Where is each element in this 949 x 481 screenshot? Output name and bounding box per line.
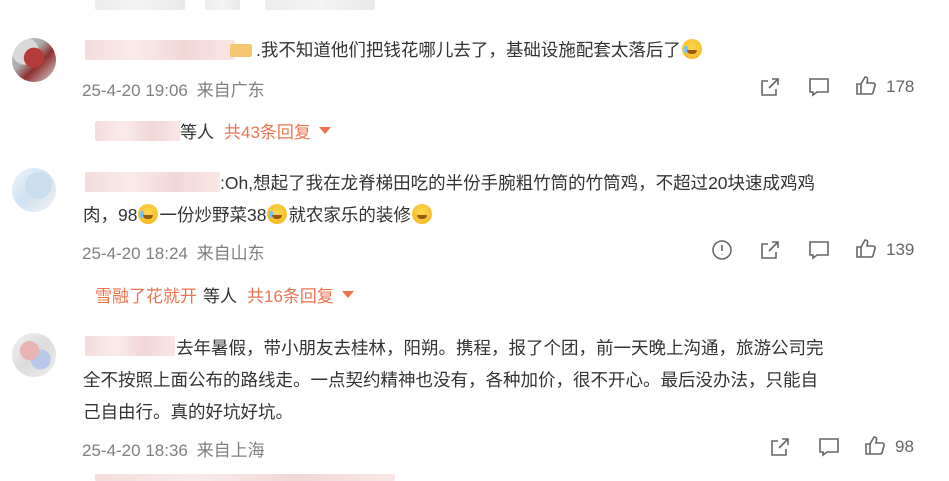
username-blurred-tail — [230, 44, 252, 57]
reply-count-link[interactable]: 共16条回复 — [247, 282, 334, 307]
timestamp: 25-4-20 19:06 — [82, 81, 188, 100]
comment-meta: 25-4-20 18:24 来自山东 — [82, 239, 265, 264]
share-icon[interactable] — [757, 74, 783, 100]
comment-icon[interactable] — [806, 237, 832, 263]
reply-user-blurred[interactable] — [95, 120, 180, 141]
comment-text-line-1: 去年暑假，带小朋友去桂林，阳朔。携程，报了个团，前一天晚上沟通，旅游公司完 — [176, 338, 824, 358]
avatar[interactable] — [12, 333, 56, 377]
laugh-emoji-icon — [411, 204, 432, 224]
username-blurred[interactable] — [85, 40, 235, 60]
report-icon[interactable] — [709, 237, 735, 263]
thumbs-up-icon[interactable] — [862, 433, 888, 459]
comment-text-line-2: 全不按照上面公布的路线走。一点契约精神也没有，各种加价，很不开心。最后没办法，只… — [83, 370, 818, 390]
cry-laugh-emoji-icon — [138, 204, 159, 224]
cry-laugh-emoji-icon — [681, 39, 702, 59]
reply-summary-cutoff — [95, 474, 395, 481]
share-icon[interactable] — [757, 237, 783, 263]
thumbs-up-icon[interactable] — [853, 73, 879, 99]
triangle-down-icon[interactable] — [318, 127, 331, 134]
reply-user-link[interactable]: 雪融了花就开 — [95, 282, 197, 307]
location: 来自山东 — [196, 244, 265, 263]
blurred-top-text — [95, 0, 185, 10]
comment-meta: 25-4-20 19:06 来自广东 — [82, 76, 265, 101]
like-count: 98 — [895, 437, 914, 456]
like-count: 139 — [886, 240, 915, 259]
timestamp: 25-4-20 18:24 — [82, 244, 188, 263]
avatar[interactable] — [12, 168, 56, 212]
blurred-top-text — [205, 0, 240, 10]
cry-laugh-emoji-icon — [267, 204, 288, 224]
thumbs-up-icon[interactable] — [853, 236, 879, 262]
comment-text: .我不知道他们把钱花哪儿去了，基础设施配套太落后了 — [256, 37, 703, 63]
location: 来自广东 — [196, 81, 265, 100]
avatar[interactable] — [12, 38, 56, 82]
triangle-down-icon[interactable] — [341, 291, 354, 298]
reply-suffix: 等人 — [203, 287, 237, 306]
like-count: 178 — [886, 77, 915, 96]
comment-text-line-1: :Oh,想起了我在龙脊梯田吃的半份手腕粗竹筒的竹筒鸡，不超过20块速成鸡鸡 — [220, 173, 816, 193]
comment-icon[interactable] — [806, 74, 832, 100]
comment-text-line-3: 己自由行。真的好坑好坑。 — [83, 402, 293, 422]
reply-suffix: 等人 — [180, 123, 214, 142]
reply-summary[interactable]: 雪融了花就开 等人 共16条回复 — [95, 282, 354, 307]
reply-count-link[interactable]: 共43条回复 — [224, 118, 311, 143]
username-blurred[interactable] — [85, 336, 175, 356]
comment-icon[interactable] — [816, 434, 842, 460]
reply-summary[interactable]: 等人 共43条回复 — [95, 118, 331, 143]
comment-text-line-2: 肉，98 一份炒野菜38 就农家乐的装修 — [83, 202, 433, 228]
timestamp: 25-4-20 18:36 — [82, 441, 188, 460]
blurred-top-text — [265, 0, 375, 10]
username-blurred[interactable] — [85, 172, 220, 192]
location: 来自上海 — [196, 441, 265, 460]
comment-meta: 25-4-20 18:36 来自上海 — [82, 436, 265, 461]
share-icon[interactable] — [767, 434, 793, 460]
